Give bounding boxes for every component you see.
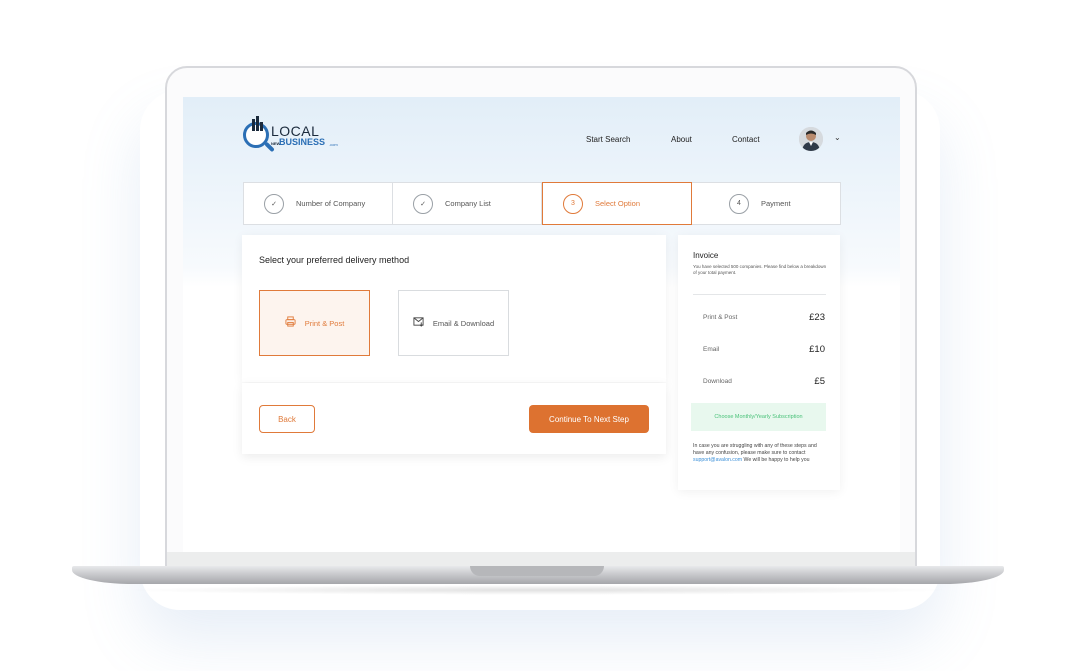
option-label: Email & Download bbox=[432, 318, 495, 328]
nav-start-search[interactable]: Start Search bbox=[586, 135, 630, 144]
step-label: Payment bbox=[761, 199, 791, 208]
brand-logo[interactable]: LOCAL NEW BUSINESS .com bbox=[243, 116, 353, 159]
step-payment[interactable]: 4 Payment bbox=[692, 183, 840, 224]
invoice-row-value: £23 bbox=[809, 312, 825, 323]
laptop-notch bbox=[470, 566, 604, 576]
step-label: Number of Company bbox=[296, 199, 366, 208]
subscription-button[interactable]: Choose Monthly/Yearly Subscription bbox=[691, 403, 826, 431]
invoice-divider bbox=[693, 294, 826, 295]
step-select-option[interactable]: 3 Select Option bbox=[542, 182, 692, 225]
invoice-description: You have selected 500 companies. Please … bbox=[693, 264, 827, 275]
support-email-link[interactable]: support@avalon.com bbox=[693, 457, 742, 463]
mail-download-icon bbox=[413, 316, 424, 330]
step-number: 4 bbox=[729, 193, 749, 214]
laptop-mockup: LOCAL NEW BUSINESS .com Start Search Abo… bbox=[0, 0, 1075, 671]
invoice-row-email: Email £10 bbox=[703, 344, 825, 355]
checkmark-icon: ✓ bbox=[264, 193, 284, 214]
continue-button[interactable]: Continue To Next Step bbox=[529, 405, 649, 433]
invoice-row-value: £10 bbox=[809, 344, 825, 355]
nav-contact[interactable]: Contact bbox=[732, 135, 760, 144]
invoice-help-text: In case you are struggling with any of t… bbox=[693, 443, 828, 464]
delivery-method-title: Select your preferred delivery method bbox=[259, 255, 410, 265]
invoice-panel: Invoice You have selected 500 companies.… bbox=[678, 235, 840, 490]
user-avatar[interactable] bbox=[799, 127, 823, 151]
option-label: Print & Post bbox=[304, 318, 345, 328]
logo-com-text: .com bbox=[329, 142, 338, 147]
step-number: 3 bbox=[563, 193, 583, 214]
progress-stepper: ✓ Number of Company ✓ Company List 3 Sel… bbox=[243, 182, 841, 225]
help-prefix: In case you are struggling with any of t… bbox=[693, 443, 817, 456]
checkmark-icon: ✓ bbox=[413, 193, 433, 214]
app-screen: LOCAL NEW BUSINESS .com Start Search Abo… bbox=[183, 97, 900, 552]
invoice-title: Invoice bbox=[693, 251, 719, 260]
invoice-row-download: Download £5 bbox=[703, 376, 825, 387]
logo-business-text: BUSINESS bbox=[279, 137, 326, 147]
printer-icon bbox=[285, 316, 296, 330]
step-label: Select Option bbox=[595, 199, 641, 208]
invoice-row-label: Email bbox=[703, 346, 720, 353]
step-label: Company List bbox=[445, 199, 491, 208]
delivery-method-card: Select your preferred delivery method Pr… bbox=[242, 235, 666, 382]
nav-about[interactable]: About bbox=[671, 135, 692, 144]
option-email-and-download[interactable]: Email & Download bbox=[398, 290, 509, 356]
invoice-row-label: Download bbox=[703, 378, 732, 385]
chevron-down-icon[interactable]: ⌄ bbox=[834, 133, 841, 142]
laptop-chin bbox=[167, 552, 915, 566]
action-bar: Back Continue To Next Step bbox=[242, 383, 666, 454]
invoice-row-print-post: Print & Post £23 bbox=[703, 312, 825, 323]
option-print-and-post[interactable]: Print & Post bbox=[259, 290, 370, 356]
invoice-row-value: £5 bbox=[814, 376, 825, 387]
invoice-row-label: Print & Post bbox=[703, 314, 738, 321]
step-company-list[interactable]: ✓ Company List bbox=[393, 183, 542, 224]
laptop-base-shadow bbox=[120, 585, 955, 595]
back-button[interactable]: Back bbox=[259, 405, 315, 433]
step-number-of-company[interactable]: ✓ Number of Company bbox=[244, 183, 393, 224]
help-suffix: We will be happy to help you bbox=[742, 457, 810, 463]
